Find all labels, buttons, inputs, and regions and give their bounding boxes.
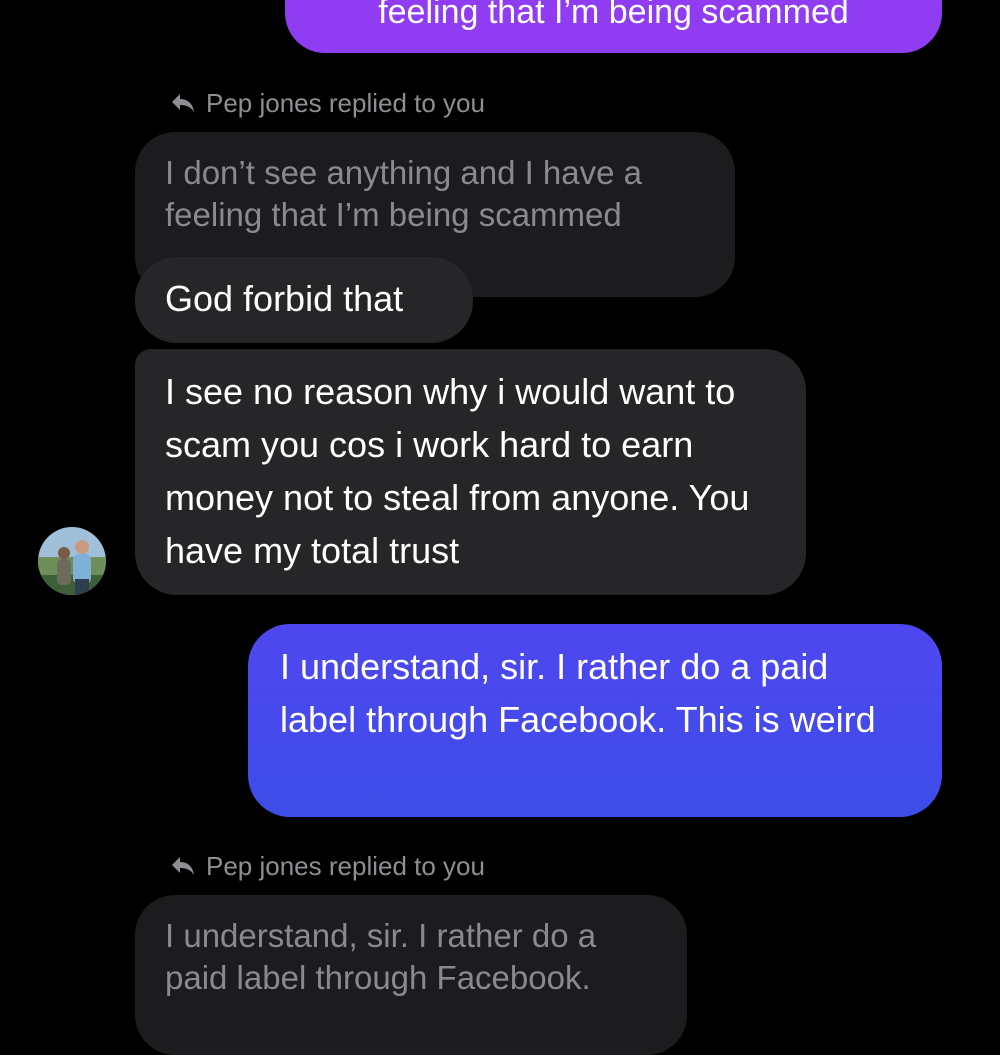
reply-arrow-icon (172, 857, 194, 875)
received-message-bubble[interactable]: God forbid that (135, 257, 473, 343)
reply-label-text: Pep jones replied to you (206, 88, 485, 118)
sent-message-bubble[interactable]: feeling that I’m being scammed (285, 0, 942, 53)
quoted-message[interactable]: I understand, sir. I rather do a paid la… (135, 895, 687, 1055)
message-text: God forbid that (165, 278, 404, 319)
reply-indicator: Pep jones replied to you (170, 88, 485, 118)
reply-indicator: Pep jones replied to you (170, 851, 485, 881)
quoted-text: I don’t see anything and I have a feelin… (165, 154, 643, 233)
reply-arrow-icon (172, 94, 194, 112)
message-text: feeling that I’m being scammed (378, 0, 849, 31)
reply-label-text: Pep jones replied to you (206, 851, 485, 881)
avatar[interactable] (38, 527, 106, 595)
received-message-bubble[interactable]: I see no reason why i would want to scam… (135, 349, 806, 595)
quoted-text: I understand, sir. I rather do a paid la… (165, 917, 597, 996)
message-text: I understand, sir. I rather do a paid la… (280, 646, 876, 740)
sent-message-bubble[interactable]: I understand, sir. I rather do a paid la… (248, 624, 942, 817)
message-text: I see no reason why i would want to scam… (165, 371, 750, 571)
avatar-photo (38, 527, 106, 595)
